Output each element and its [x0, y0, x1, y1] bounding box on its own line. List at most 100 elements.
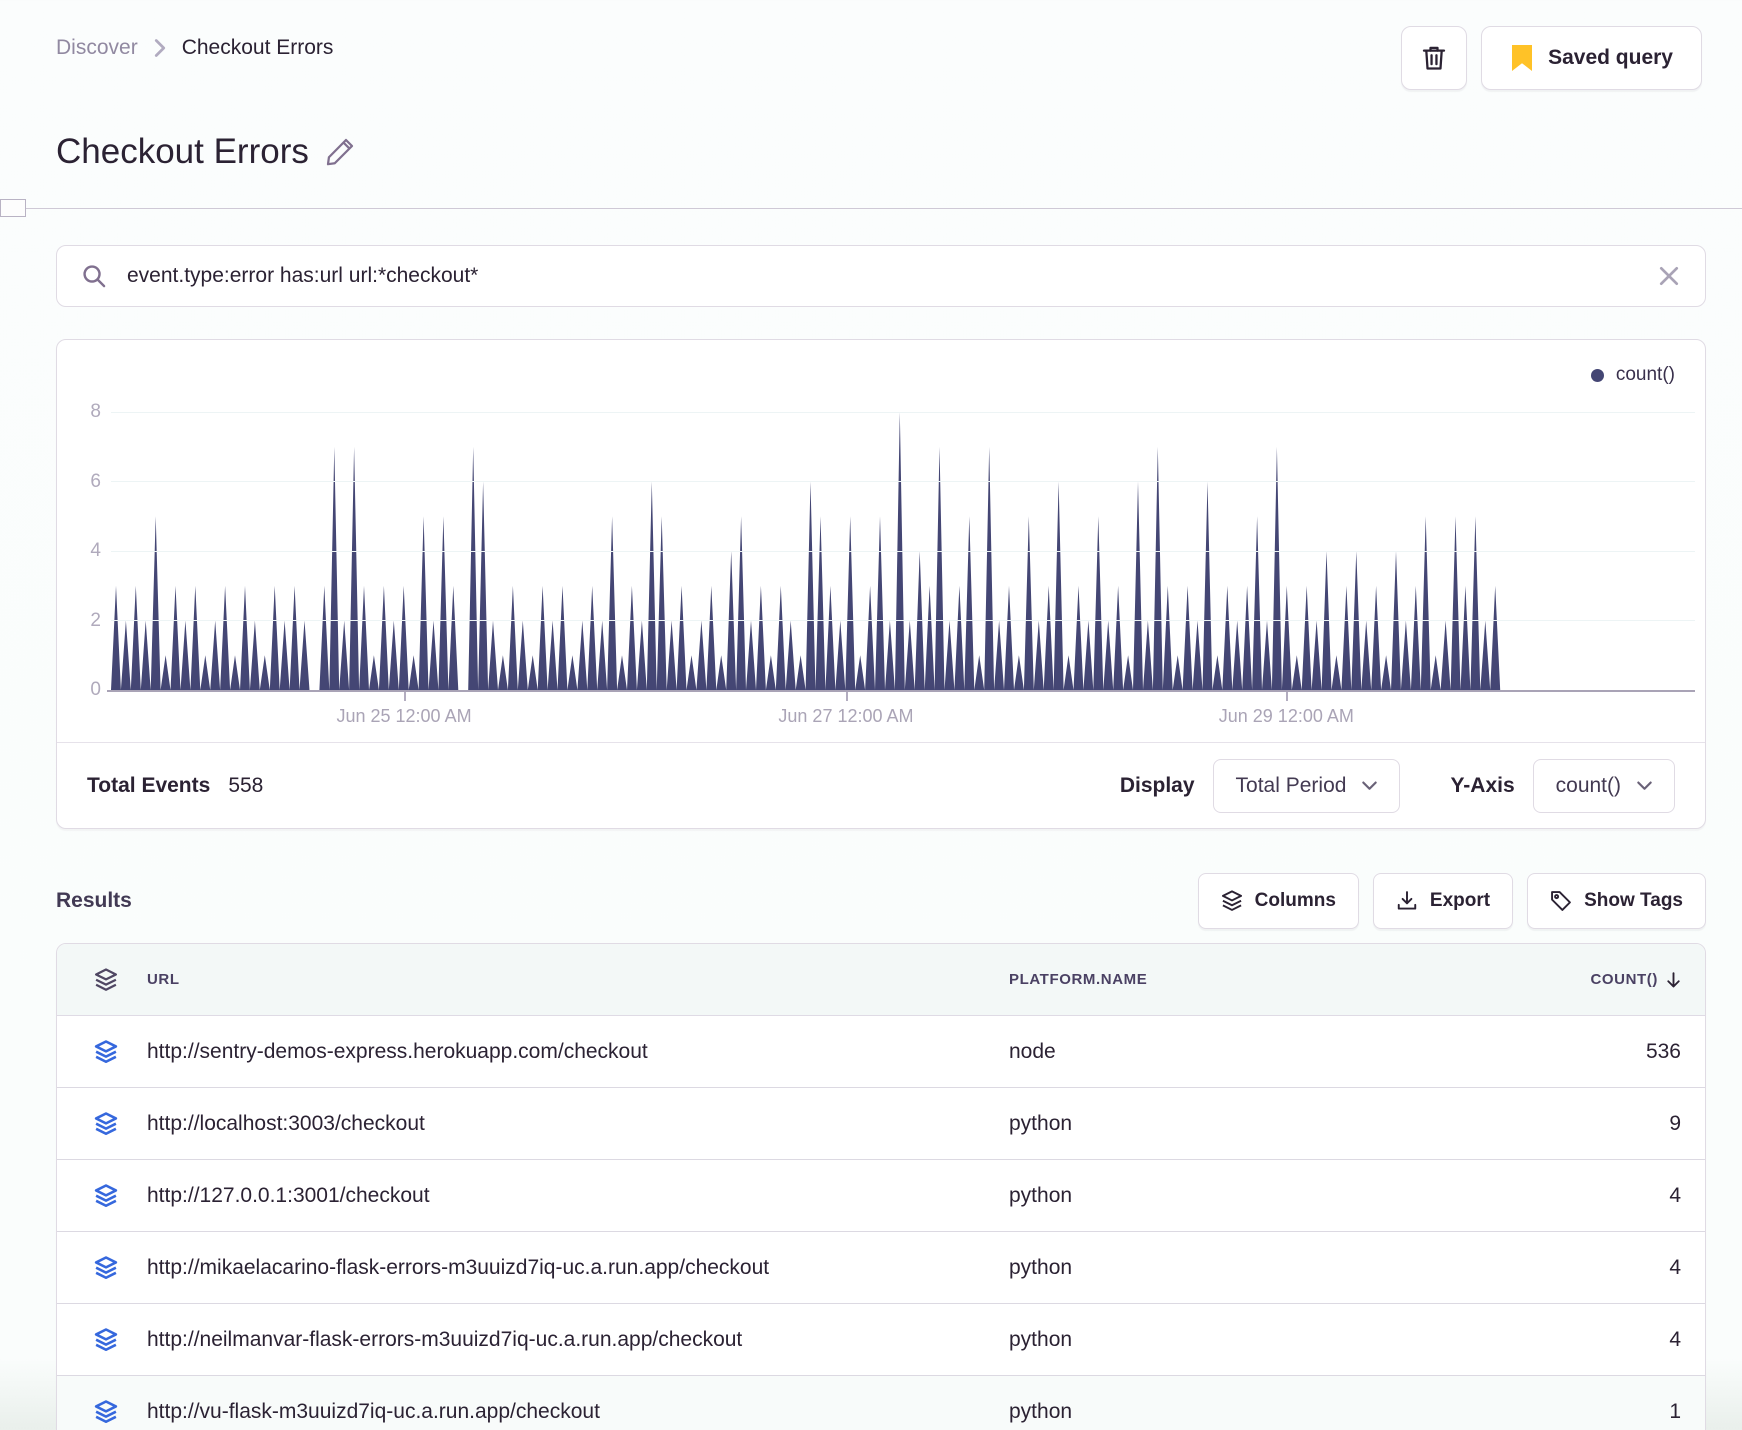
- search-bar: [56, 245, 1706, 307]
- cell-url: http://vu-flask-m3uuizd7iq-uc.a.run.app/…: [147, 1400, 600, 1423]
- download-icon: [1396, 890, 1418, 912]
- stack-icon[interactable]: [91, 967, 121, 992]
- search-input[interactable]: [127, 264, 1637, 288]
- row-stack-icon[interactable]: [91, 1183, 121, 1208]
- results-table: URL PLATFORM.NAME COUNT() http://sentry-…: [56, 943, 1706, 1430]
- chart-legend[interactable]: count(): [1590, 364, 1675, 386]
- total-events-value: 558: [228, 773, 264, 797]
- cell-url: http://127.0.0.1:3001/checkout: [147, 1183, 430, 1207]
- cell-count: 4: [1669, 1255, 1681, 1279]
- cell-platform: python: [1009, 1400, 1073, 1423]
- cell-count: 4: [1669, 1183, 1681, 1207]
- cell-url: http://mikaelacarino-flask-errors-m3uuiz…: [147, 1255, 770, 1279]
- yaxis-dropdown[interactable]: count(): [1532, 758, 1675, 813]
- total-events-label: Total Events: [87, 773, 211, 797]
- results-heading: Results: [56, 889, 132, 912]
- row-stack-icon[interactable]: [91, 1039, 121, 1064]
- breadcrumb: Discover Checkout Errors: [56, 26, 333, 60]
- x-axis-tick: [404, 692, 407, 701]
- show-tags-button[interactable]: Show Tags: [1527, 873, 1706, 929]
- cell-count: 4: [1669, 1327, 1681, 1351]
- gridline: [111, 481, 1695, 482]
- stack-icon: [1221, 890, 1243, 912]
- cell-url: http://localhost:3003/checkout: [147, 1111, 425, 1135]
- yaxis-label: Y-Axis: [1450, 773, 1515, 797]
- bookmark-icon: [1510, 44, 1534, 72]
- gridline: [111, 620, 1695, 621]
- table-header-row: URL PLATFORM.NAME COUNT(): [57, 944, 1705, 1016]
- cell-count: 536: [1645, 1039, 1681, 1063]
- table-body: http://sentry-demos-express.herokuapp.co…: [57, 1016, 1705, 1430]
- cell-url: http://sentry-demos-express.herokuapp.co…: [147, 1039, 648, 1063]
- chart-footer: Total Events 558 Display Total Period Y-…: [57, 742, 1705, 828]
- row-stack-icon[interactable]: [91, 1255, 121, 1280]
- gridline: [111, 550, 1695, 552]
- trash-icon: [1420, 44, 1448, 72]
- y-axis-label: 8: [90, 401, 101, 422]
- top-bar: Discover Checkout Errors Saved query: [0, 0, 1742, 90]
- breadcrumb-discover[interactable]: Discover: [56, 36, 138, 60]
- table-row[interactable]: http://vu-flask-m3uuizd7iq-uc.a.run.app/…: [57, 1376, 1705, 1430]
- export-button-label: Export: [1429, 890, 1491, 911]
- x-axis-label: Jun 25 12:00 AM: [336, 706, 472, 726]
- show-tags-button-label: Show Tags: [1584, 890, 1683, 911]
- cell-count: 9: [1669, 1111, 1681, 1135]
- edit-pencil-icon[interactable]: [325, 137, 355, 167]
- gridline: [111, 411, 1695, 413]
- clear-search-icon[interactable]: [1657, 264, 1681, 288]
- header-divider: [0, 199, 1742, 217]
- cell-platform: node: [1009, 1039, 1056, 1063]
- table-row[interactable]: http://localhost:3003/checkout python 9: [57, 1088, 1705, 1160]
- column-header-platform[interactable]: PLATFORM.NAME: [1009, 971, 1485, 988]
- display-dropdown[interactable]: Total Period: [1212, 758, 1401, 813]
- page-title-text: Checkout Errors: [56, 132, 309, 171]
- cell-count: 1: [1669, 1400, 1681, 1423]
- tag-icon: [1550, 890, 1572, 912]
- x-axis-tick: [1286, 692, 1289, 701]
- cell-platform: python: [1009, 1183, 1073, 1207]
- row-stack-icon[interactable]: [91, 1111, 121, 1136]
- table-row[interactable]: http://sentry-demos-express.herokuapp.co…: [57, 1016, 1705, 1088]
- y-axis-label: 2: [90, 609, 101, 631]
- results-bar: Results Columns Export Show Tags: [56, 873, 1706, 929]
- chart-plot-area: 0 2 4 6 8: [90, 401, 1695, 700]
- table-row[interactable]: http://127.0.0.1:3001/checkout python 4: [57, 1160, 1705, 1232]
- x-axis-label: Jun 27 12:00 AM: [778, 706, 914, 726]
- columns-button-label: Columns: [1254, 890, 1336, 911]
- cell-platform: python: [1009, 1255, 1073, 1279]
- legend-label: count(): [1615, 364, 1675, 385]
- cell-platform: python: [1009, 1111, 1073, 1135]
- display-dropdown-value: Total Period: [1235, 773, 1347, 797]
- legend-dot: [1590, 368, 1604, 382]
- row-stack-icon[interactable]: [91, 1400, 121, 1424]
- y-axis-label: 0: [90, 679, 101, 700]
- sort-desc-icon: [1666, 971, 1681, 989]
- delete-query-button[interactable]: [1401, 26, 1468, 90]
- page-title: Checkout Errors: [56, 132, 1742, 172]
- x-axis-labels: Jun 25 12:00 AM Jun 27 12:00 AM Jun 29 12:…: [111, 690, 1695, 742]
- table-row[interactable]: http://mikaelacarino-flask-errors-m3uuiz…: [57, 1232, 1705, 1304]
- chevron-down-icon: [1637, 781, 1652, 791]
- chevron-right-icon: [154, 39, 166, 57]
- search-icon: [81, 263, 107, 289]
- columns-button[interactable]: Columns: [1197, 873, 1359, 929]
- column-header-url[interactable]: URL: [147, 971, 983, 988]
- x-axis-tick: [845, 692, 848, 701]
- saved-query-label: Saved query: [1548, 46, 1673, 69]
- saved-query-button[interactable]: Saved query: [1481, 26, 1702, 90]
- cell-platform: python: [1009, 1327, 1073, 1351]
- events-chart-panel: count() 0 2 4 6 8 Jun 25 12:00 AM Jun 27 12:0…: [56, 339, 1706, 829]
- display-label: Display: [1119, 773, 1195, 797]
- x-axis-label: Jun 29 12:00 AM: [1218, 706, 1354, 726]
- y-axis-label: 6: [90, 470, 101, 492]
- chevron-down-icon: [1362, 781, 1378, 791]
- table-row[interactable]: http://neilmanvar-flask-errors-m3uuizd7i…: [57, 1304, 1705, 1376]
- cell-url: http://neilmanvar-flask-errors-m3uuizd7i…: [147, 1327, 743, 1351]
- resize-handle[interactable]: [0, 199, 26, 217]
- breadcrumb-current: Checkout Errors: [181, 36, 334, 59]
- column-header-count[interactable]: COUNT(): [1511, 971, 1681, 989]
- export-button[interactable]: Export: [1372, 873, 1514, 929]
- y-axis-label: 4: [90, 540, 101, 561]
- yaxis-dropdown-value: count(): [1555, 773, 1621, 797]
- row-stack-icon[interactable]: [91, 1327, 121, 1352]
